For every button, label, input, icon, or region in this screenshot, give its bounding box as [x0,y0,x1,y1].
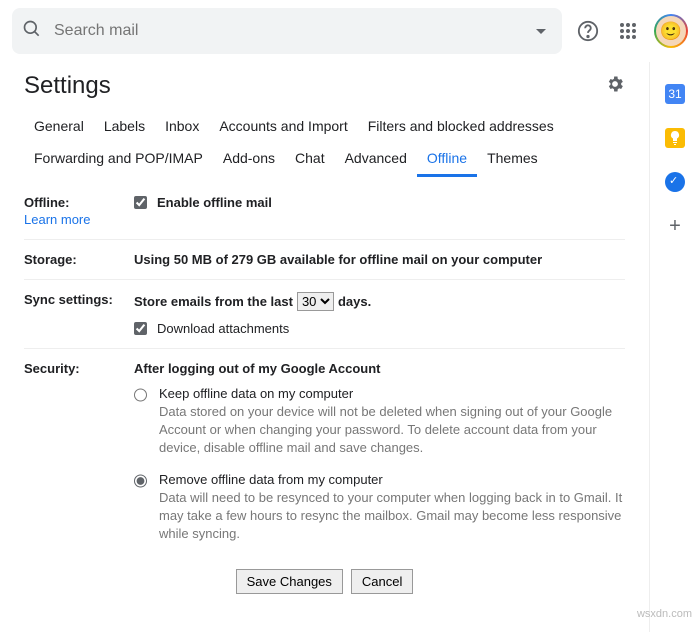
tab-filters-and-blocked-addresses[interactable]: Filters and blocked addresses [358,110,564,142]
storage-text: Using 50 MB of 279 GB available for offl… [134,252,625,267]
keep-icon[interactable] [665,128,685,148]
enable-offline-label: Enable offline mail [157,195,272,210]
enable-offline-row[interactable]: Enable offline mail [134,195,625,210]
storage-section: Storage: Using 50 MB of 279 GB available… [24,240,625,280]
sync-section: Sync settings: Store emails from the las… [24,280,625,349]
tab-forwarding-and-pop-imap[interactable]: Forwarding and POP/IMAP [24,142,213,177]
offline-label: Offline: [24,195,70,210]
help-icon[interactable] [574,17,602,45]
tab-inbox[interactable]: Inbox [155,110,209,142]
keep-data-desc: Data stored on your device will not be d… [159,403,625,458]
button-row: Save Changes Cancel [24,555,625,608]
search-input[interactable] [54,22,536,40]
search-box[interactable] [12,8,562,54]
tab-advanced[interactable]: Advanced [335,142,417,177]
add-addon-icon[interactable]: + [665,216,685,236]
search-icon [22,19,42,44]
learn-more-link[interactable]: Learn more [24,212,134,227]
account-avatar[interactable]: 🙂 [654,14,688,48]
settings-content: Settings GeneralLabelsInboxAccounts and … [0,62,650,632]
sync-pre-text: Store emails from the last [134,294,293,309]
tab-labels[interactable]: Labels [94,110,155,142]
tab-accounts-and-import[interactable]: Accounts and Import [209,110,357,142]
tasks-icon[interactable] [665,172,685,192]
apps-grid-icon[interactable] [614,17,642,45]
storage-label: Storage: [24,252,134,267]
offline-section: Offline: Learn more Enable offline mail [24,183,625,240]
enable-offline-checkbox[interactable] [134,196,147,209]
side-panel: 31 + [650,62,700,632]
security-label: Security: [24,361,134,543]
save-changes-button[interactable]: Save Changes [236,569,343,594]
tab-offline[interactable]: Offline [417,142,477,177]
remove-data-radio[interactable] [134,474,147,488]
gear-icon[interactable] [605,74,625,99]
download-attachments-checkbox[interactable] [134,322,147,335]
security-heading: After logging out of my Google Account [134,361,625,376]
keep-data-title: Keep offline data on my computer [159,386,625,401]
watermark: wsxdn.com [637,608,692,620]
remove-data-title: Remove offline data from my computer [159,472,625,487]
remove-data-desc: Data will need to be resynced to your co… [159,489,625,544]
top-bar: 🙂 [0,0,700,62]
download-attachments-row[interactable]: Download attachments [134,321,625,336]
search-options-caret-icon[interactable] [536,29,546,34]
security-section: Security: After logging out of my Google… [24,349,625,555]
sync-post-text: days. [338,294,371,309]
tab-add-ons[interactable]: Add-ons [213,142,285,177]
page-title: Settings [24,72,111,100]
tab-general[interactable]: General [24,110,94,142]
download-attachments-label: Download attachments [157,321,289,336]
cancel-button[interactable]: Cancel [351,569,413,594]
tab-chat[interactable]: Chat [285,142,335,177]
calendar-icon[interactable]: 31 [665,84,685,104]
sync-days-select[interactable]: 30 [297,292,334,311]
keep-data-radio[interactable] [134,388,147,402]
sync-label: Sync settings: [24,292,134,336]
settings-tabs: GeneralLabelsInboxAccounts and ImportFil… [24,110,625,177]
tab-themes[interactable]: Themes [477,142,548,177]
